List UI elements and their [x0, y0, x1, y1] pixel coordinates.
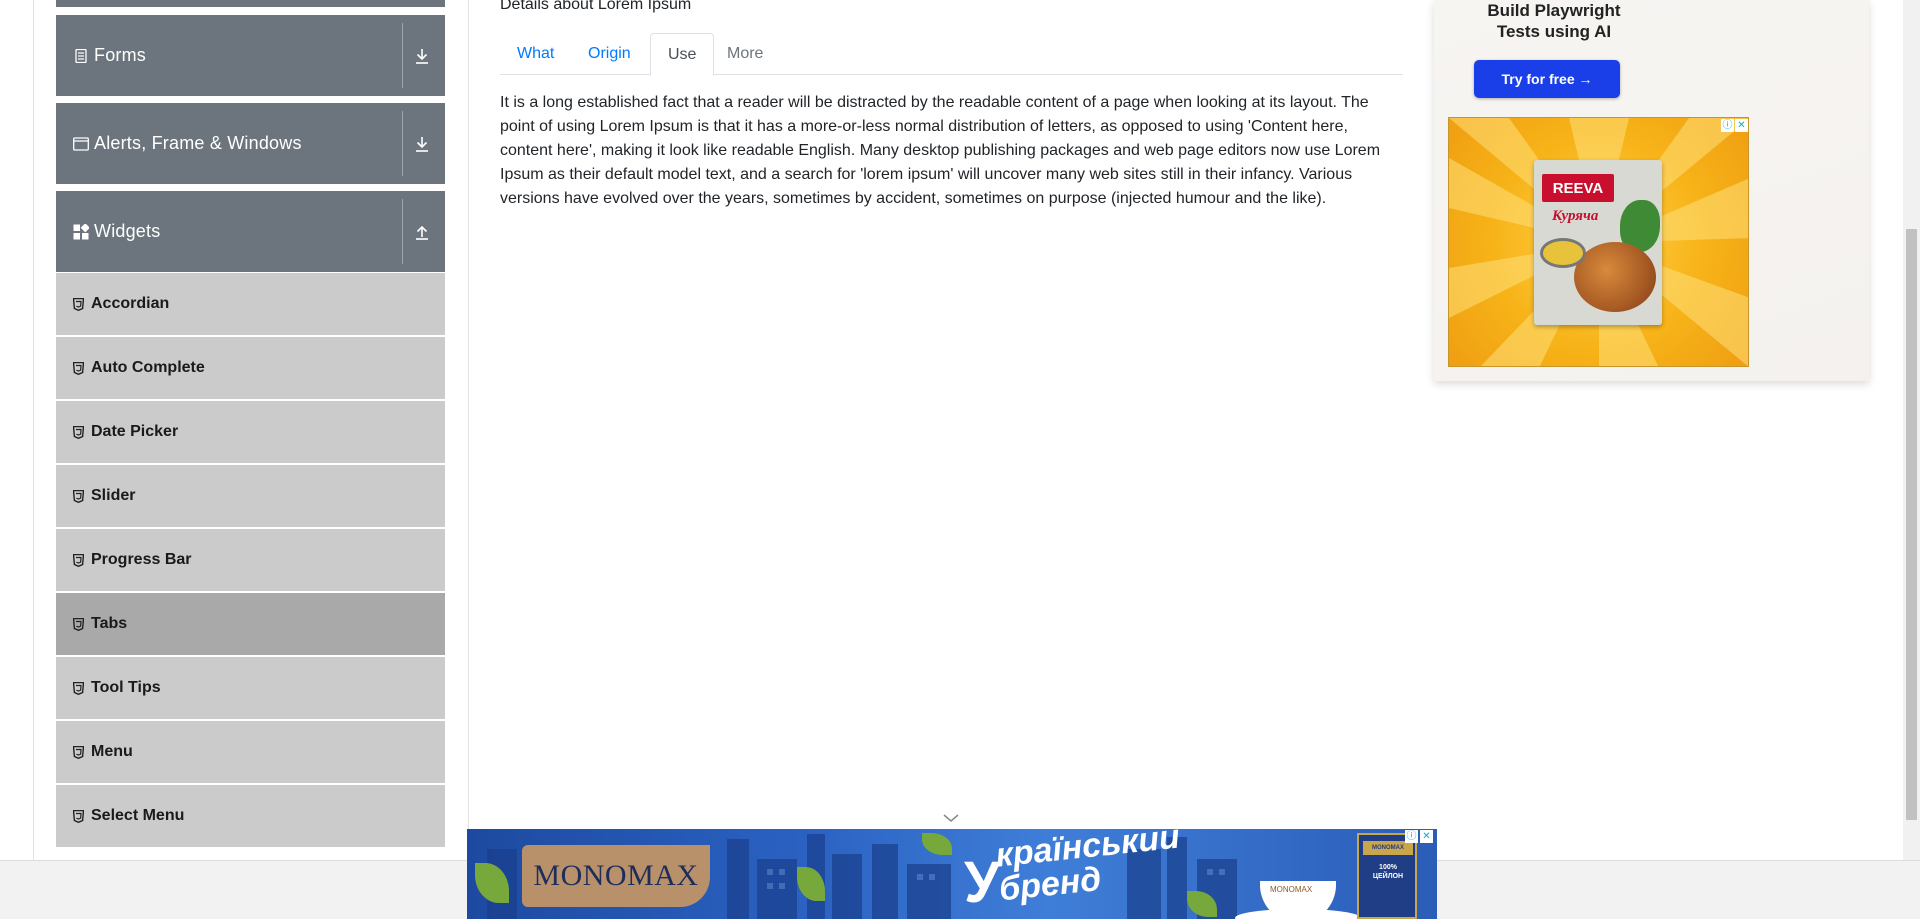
sidebar-group-forms[interactable]: Forms — [56, 15, 445, 96]
sidebar-item-label: Tool Tips — [91, 679, 161, 696]
group-divider — [402, 111, 403, 176]
ad-panel-right: Build Playwright Tests using AI Try for … — [1434, 0, 1869, 381]
ad-product-image[interactable]: REEVA Куряча ⓘ ✕ — [1448, 117, 1749, 367]
sidebar-item-label: Menu — [91, 743, 133, 760]
ad-title: Build Playwright Tests using AI — [1434, 0, 1674, 42]
ad-close-icon[interactable]: ✕ — [1735, 119, 1748, 132]
ad-info-icon[interactable]: ⓘ — [1405, 830, 1418, 843]
sidebar-item-label: Slider — [91, 487, 136, 504]
sidebar-item-accordian[interactable]: Accordian — [56, 273, 445, 335]
ad-title-line: Tests using AI — [1496, 22, 1612, 41]
product-brand: REEVA — [1542, 174, 1614, 202]
download-arrow-icon[interactable] — [409, 15, 435, 96]
sidebar-group-widgets[interactable]: Widgets — [56, 191, 445, 272]
sidebar-divider — [468, 0, 469, 860]
tab-content-use: It is a long established fact that a rea… — [500, 94, 1381, 207]
sidebar-item-select-menu[interactable]: Select Menu — [56, 785, 445, 847]
html5-icon — [71, 809, 85, 823]
ad-title-line: Build Playwright — [1487, 1, 1621, 20]
sidebar-item-slider[interactable]: Slider — [56, 465, 445, 527]
sidebar-item-menu[interactable]: Menu — [56, 721, 445, 783]
tab-bar: What Origin Use More — [500, 33, 1403, 76]
sidebar-item-progress-bar[interactable]: Progress Bar — [56, 529, 445, 591]
monomax-logo: MONOMAX — [522, 845, 710, 907]
html5-icon — [71, 489, 85, 503]
group-divider — [402, 199, 403, 264]
sidebar-item-tabs[interactable]: Tabs — [56, 593, 445, 655]
product-pack: REEVA Куряча — [1534, 160, 1662, 325]
box-text: 100% ЦЕЙЛОН — [1372, 864, 1404, 880]
ad-close-icon[interactable]: ✕ — [1420, 830, 1433, 843]
html5-icon — [71, 361, 85, 375]
product-name: Куряча — [1552, 208, 1599, 224]
html5-icon — [71, 425, 85, 439]
html5-icon — [71, 553, 85, 567]
ad-info-icon[interactable]: ⓘ — [1721, 119, 1734, 132]
html5-icon — [71, 745, 85, 759]
sidebar-item-label: Accordian — [91, 295, 170, 312]
sidebar-item-tool-tips[interactable]: Tool Tips — [56, 657, 445, 719]
box-brand: MONOMAX — [1363, 841, 1413, 855]
sidebar-item-label: Date Picker — [91, 423, 179, 440]
sidebar-group-alerts[interactable]: Alerts, Frame & Windows — [56, 103, 445, 184]
left-gutter — [0, 0, 34, 860]
window-icon — [72, 135, 90, 153]
sidebar-group-label: Forms — [94, 45, 146, 65]
tea-box-graphic: MONOMAX 100% ЦЕЙЛОН — [1357, 833, 1417, 919]
cup-label: MONOMAX — [1270, 885, 1313, 894]
ad-try-free-button[interactable]: Try for free → — [1474, 60, 1620, 98]
html5-icon — [71, 297, 85, 311]
sidebar-item-label: Tabs — [91, 615, 128, 632]
group-divider — [402, 23, 403, 88]
page-subtitle: Details about Lorem Ipsum — [500, 0, 692, 13]
tab-what[interactable]: What — [500, 33, 571, 75]
sidebar-item-label: Progress Bar — [91, 551, 192, 568]
scrollbar-thumb[interactable] — [1906, 229, 1917, 820]
sidebar-group-label: Widgets — [94, 221, 161, 241]
tab-more: More — [727, 45, 764, 62]
chevron-down-icon[interactable] — [942, 812, 960, 824]
tab-use[interactable]: Use — [650, 33, 715, 76]
html5-icon — [71, 617, 85, 631]
download-arrow-icon[interactable] — [409, 103, 435, 184]
sidebar-item-label: Auto Complete — [91, 359, 205, 376]
sidebar-group-label: Alerts, Frame & Windows — [94, 133, 302, 153]
sidebar-item-date-picker[interactable]: Date Picker — [56, 401, 445, 463]
spoon-graphic — [1540, 238, 1586, 268]
food-graphic — [1574, 242, 1656, 312]
html5-icon — [71, 681, 85, 695]
ad-banner-bottom[interactable]: MONOMAX У країнський бренд MONOMAX MONOM… — [467, 829, 1437, 919]
sidebar-item-auto-complete[interactable]: Auto Complete — [56, 337, 445, 399]
sidebar-item-label: Select Menu — [91, 807, 185, 824]
document-icon — [72, 47, 90, 65]
upload-arrow-icon[interactable] — [409, 191, 435, 272]
widgets-icon — [72, 223, 90, 241]
sidebar-group-previous[interactable] — [56, 0, 445, 7]
tab-origin[interactable]: Origin — [571, 33, 648, 75]
